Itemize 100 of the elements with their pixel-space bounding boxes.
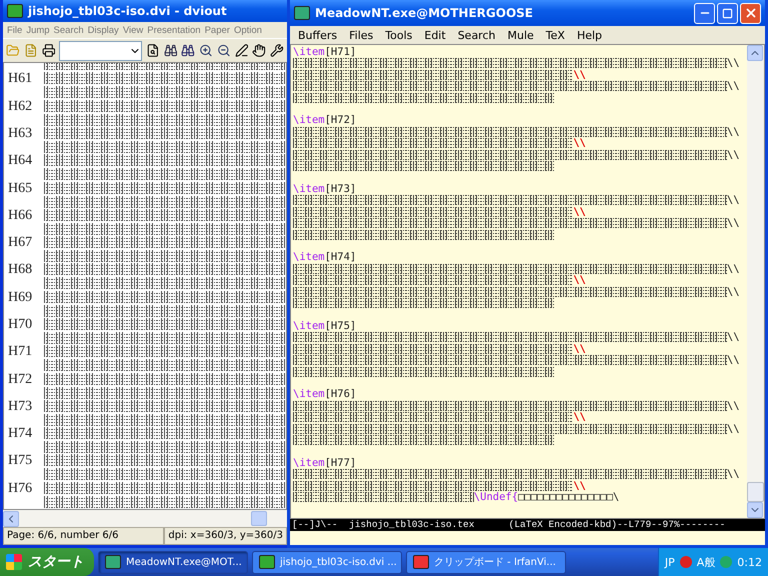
menu-item[interactable]: Paper: [202, 24, 232, 36]
printer-icon[interactable]: [42, 43, 56, 58]
item-label: [H73]: [324, 182, 356, 195]
row-label: H67: [8, 236, 34, 250]
zoom-in-icon[interactable]: [199, 43, 213, 58]
window-title: MeadowNT.exe@MOTHERGOOSE: [315, 6, 533, 20]
maximize-icon: [722, 8, 733, 18]
binoculars-icon[interactable]: [164, 43, 178, 58]
menu-item[interactable]: TeX: [540, 28, 571, 42]
close-button[interactable]: [740, 2, 761, 24]
line-break-mark: \\: [573, 411, 586, 424]
ime-indicator[interactable]: A般: [696, 554, 716, 570]
windows-flag-icon: [6, 554, 22, 570]
ball-icon[interactable]: [680, 556, 692, 568]
page-search-icon[interactable]: [146, 43, 160, 58]
line-break-mark: \\: [573, 480, 586, 492]
menu-item[interactable]: Buffers: [292, 28, 344, 42]
start-button[interactable]: スタート: [0, 548, 94, 576]
menu-item[interactable]: Search: [52, 24, 86, 36]
line-break-mark: \\: [573, 342, 586, 355]
text-editor[interactable]: \item[H71] \\ \\ \\ \item[H72] \\ \\ \\ \item[H73] \\ \\ \\ \item[H74] \\ \\ \\ \item[H75] \\ \\ \\ \item[H76] \\ \\ \\ \item[H77] \\ \\ \Undef{□□□□□□□□□□□□□□□\: [290, 44, 765, 519]
line-break-mark: \\: [573, 274, 586, 286]
undef-command: \Undef{: [474, 491, 518, 504]
item-label: [H71]: [324, 46, 356, 58]
menu-item[interactable]: Option: [232, 24, 264, 36]
item-command: \item: [293, 114, 325, 126]
menu-item[interactable]: Search: [452, 28, 502, 42]
line-break-mark: \\: [726, 422, 740, 435]
menu-item[interactable]: Edit: [418, 28, 452, 42]
scrollbar-thumb[interactable]: [747, 482, 764, 502]
status-text: Page: 6/6, number 6/6: [3, 527, 164, 545]
menu-item[interactable]: Files: [343, 28, 380, 42]
clock: 0:12: [737, 556, 762, 568]
status-text: dpi: x=360/3, y=360/3: [164, 527, 287, 545]
close-icon: [744, 6, 758, 20]
line-break-mark: \\: [726, 80, 740, 92]
item-command: \item: [293, 388, 325, 400]
row-label: H71: [8, 345, 34, 360]
app-icon: [294, 6, 310, 20]
horizontal-scrollbar[interactable]: [3, 510, 287, 527]
menu-item[interactable]: Mule: [501, 28, 540, 42]
row-label: H61: [8, 72, 34, 86]
line-break-mark: \\: [726, 57, 740, 70]
window-title: jishojo_tbl03c-iso.dvi - dviout: [28, 4, 227, 18]
line-break-mark: \\: [573, 137, 586, 150]
row-label: H74: [8, 427, 34, 442]
menu-item[interactable]: File: [5, 24, 24, 36]
item-label: [H75]: [324, 320, 356, 332]
item-command: \item: [293, 456, 325, 469]
app-icon: [413, 555, 429, 569]
app-icon: [105, 555, 121, 569]
item-label: [H72]: [324, 114, 356, 126]
row-label: H66: [8, 208, 34, 223]
zoom-out-icon[interactable]: [216, 43, 231, 58]
line-break-mark: \\: [726, 126, 740, 138]
line-break-mark: \\: [726, 400, 740, 412]
line-break-mark: \\: [726, 262, 740, 275]
item-label: [H74]: [324, 251, 356, 264]
row-label: H68: [8, 263, 34, 278]
line-break-mark: \\: [726, 286, 740, 298]
item-command: \item: [293, 46, 325, 58]
taskbar-button[interactable]: jishojo_tbl03c-iso.dvi ...: [252, 550, 402, 574]
row-label: H64: [8, 154, 34, 168]
scrollbar-thumb[interactable]: [251, 511, 267, 526]
folder-icon[interactable]: [6, 43, 20, 58]
line-break-mark: \\: [726, 194, 740, 206]
item-label: [H76]: [324, 388, 356, 400]
menu-item[interactable]: Jump: [24, 24, 52, 36]
line-break-mark: \\: [726, 331, 740, 344]
missing-glyph-boxes: □□□□□□□□□□□□□□□\: [518, 491, 620, 504]
line-break-mark: \\: [726, 468, 740, 480]
line-break-mark: \\: [726, 354, 740, 366]
minimize-button[interactable]: [694, 2, 715, 24]
row-label: H70: [8, 318, 34, 332]
maximize-button[interactable]: [717, 2, 738, 24]
menu-item[interactable]: View: [120, 24, 146, 36]
row-label: H65: [8, 182, 34, 196]
binoculars-icon[interactable]: [181, 43, 196, 58]
row-label: H62: [8, 100, 34, 114]
row-label: H75: [8, 454, 34, 468]
hand-icon[interactable]: [252, 43, 266, 58]
line-break-mark: \\: [726, 217, 740, 230]
taskbar-button[interactable]: MeadowNT.exe@MOT...: [98, 550, 248, 574]
row-label: H63: [8, 126, 34, 141]
menu-item[interactable]: Tools: [379, 28, 418, 42]
pen-icon[interactable]: [234, 43, 248, 58]
item-command: \item: [293, 320, 325, 332]
line-break-mark: \\: [573, 68, 586, 81]
language-indicator[interactable]: JP: [664, 556, 675, 568]
menu-item[interactable]: Presentation: [145, 24, 203, 36]
line-break-mark: \\: [573, 206, 586, 218]
row-label: H69: [8, 290, 34, 305]
vertical-scrollbar[interactable]: [747, 45, 764, 518]
menu-item[interactable]: Display: [86, 24, 121, 36]
item-command: \item: [293, 182, 325, 195]
wrench-icon[interactable]: [270, 43, 284, 58]
taskbar-button[interactable]: クリップボード - IrfanVi...: [406, 550, 566, 574]
app-icon: [259, 555, 275, 569]
row-label: H73: [8, 400, 34, 414]
menu-item[interactable]: Help: [570, 28, 608, 42]
